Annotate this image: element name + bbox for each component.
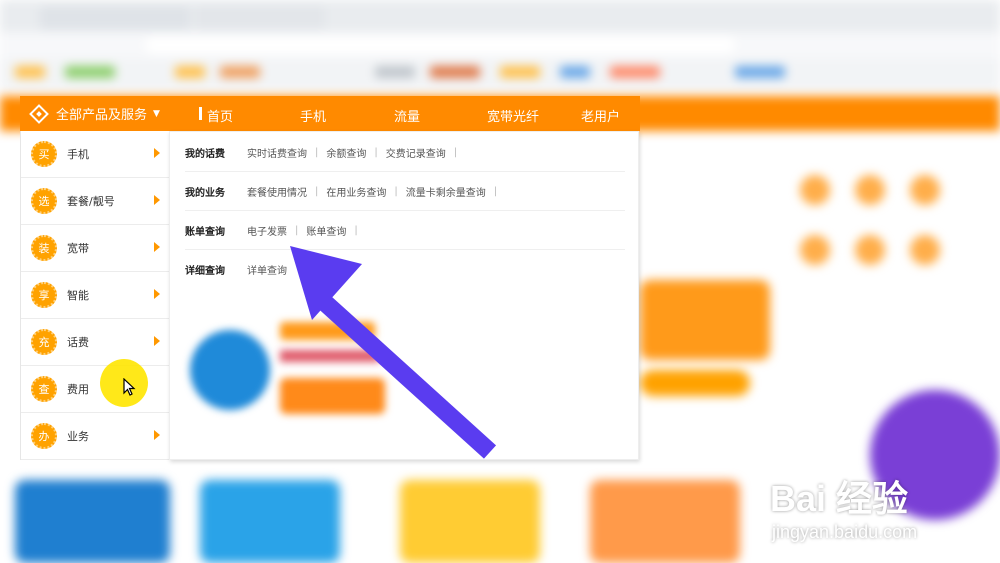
baidu-watermark: Bai 经验 jingyan.baidu.com: [770, 470, 917, 543]
watermark-brand: Bai 经验: [770, 478, 909, 519]
watermark-url: jingyan.baidu.com: [772, 522, 918, 542]
